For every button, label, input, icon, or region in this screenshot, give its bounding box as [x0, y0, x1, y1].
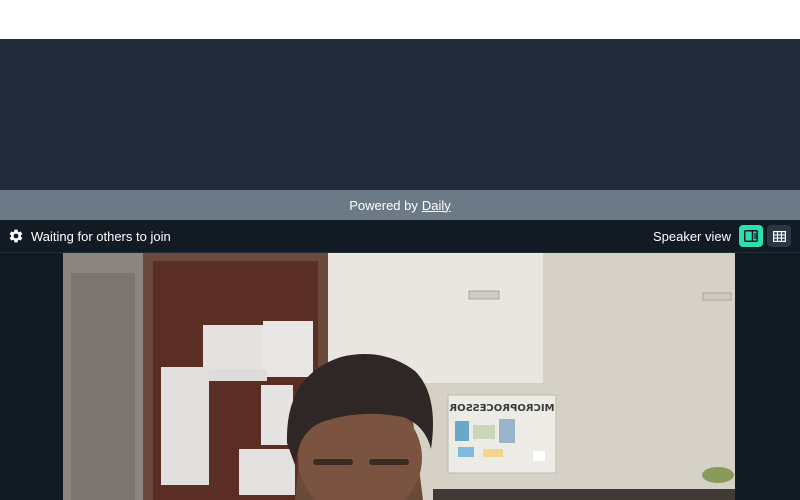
dark-header-area: [0, 39, 800, 190]
daily-link[interactable]: Daily: [422, 198, 451, 213]
view-mode-label: Speaker view: [652, 228, 731, 244]
powered-by-bar: Powered by Daily: [0, 190, 800, 220]
speaker-view-icon: [744, 230, 758, 242]
poster-text: MICROPROCESSOR: [449, 403, 554, 414]
powered-by-text: Powered by: [349, 197, 418, 213]
speaker-view-button[interactable]: [739, 225, 763, 247]
video-feed: MICROPROCESSOR: [63, 253, 735, 500]
call-frame: Waiting for others to join Speaker view: [0, 220, 800, 500]
call-toolbar: Waiting for others to join Speaker view: [0, 220, 800, 253]
waiting-status: Waiting for others to join: [31, 228, 171, 244]
grid-view-icon: [772, 230, 786, 242]
top-blank-area: [0, 0, 800, 39]
gear-icon[interactable]: [8, 228, 24, 244]
local-video-tile: MICROPROCESSOR: [63, 253, 735, 500]
grid-view-button[interactable]: [767, 225, 791, 247]
